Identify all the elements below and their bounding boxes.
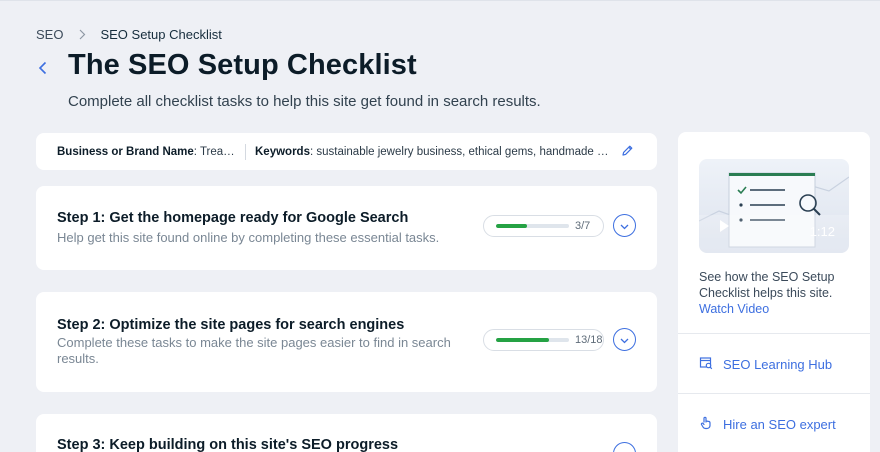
brand-name-value: : Treasur… — [193, 145, 235, 158]
expand-step-button[interactable] — [613, 328, 636, 351]
progress-bar-fill — [496, 224, 528, 228]
side-divider — [678, 333, 870, 334]
step-title: Step 1: Get the homepage ready for Googl… — [57, 210, 409, 226]
step-card-3[interactable]: Step 3: Keep building on this site's SEO… — [36, 414, 657, 452]
pencil-icon — [621, 144, 634, 160]
breadcrumb: SEO SEO Setup Checklist — [36, 27, 222, 42]
back-button[interactable] — [33, 60, 51, 80]
step-title: Step 2: Optimize the site pages for sear… — [57, 317, 405, 333]
chevron-down-icon — [620, 331, 629, 349]
keywords-info: Keywords: sustainable jewelry business, … — [255, 146, 611, 158]
hire-seo-expert-label: Hire an SEO expert — [723, 417, 836, 432]
top-divider — [0, 0, 880, 1]
breadcrumb-current: SEO Setup Checklist — [100, 27, 222, 42]
seo-learning-hub-label: SEO Learning Hub — [723, 357, 833, 372]
breadcrumb-seo[interactable]: SEO — [36, 27, 63, 42]
brand-name-label: Business or Brand Name — [57, 145, 194, 158]
video-caption-text: See how the SEO Setup Checklist helps th… — [699, 270, 835, 300]
video-thumbnail[interactable]: 1:12 — [699, 159, 849, 253]
step-description: Help get this site found online by compl… — [57, 230, 440, 245]
side-divider — [678, 393, 870, 394]
hire-seo-expert-link[interactable]: Hire an SEO expert — [699, 416, 836, 433]
side-panel: 1:12 See how the SEO Setup Checklist hel… — [678, 132, 870, 452]
video-duration: 1:12 — [809, 224, 835, 239]
progress-count: 3/7 — [575, 220, 591, 232]
page-subtitle: Complete all checklist tasks to help thi… — [68, 93, 541, 110]
watch-video-link[interactable]: Watch Video — [699, 302, 769, 316]
expand-step-button[interactable] — [613, 442, 636, 452]
step-description: Complete these tasks to make the site pa… — [57, 335, 451, 366]
step-progress: 13/18 — [483, 329, 604, 351]
expand-step-button[interactable] — [613, 214, 636, 237]
edit-info-button[interactable] — [621, 144, 634, 160]
progress-count: 13/18 — [575, 334, 603, 346]
expert-hand-icon — [699, 416, 723, 433]
page-title: The SEO Setup Checklist — [68, 49, 417, 81]
seo-learning-hub-link[interactable]: SEO Learning Hub — [699, 356, 832, 373]
progress-bar — [496, 224, 569, 228]
chevron-right-icon — [79, 29, 86, 40]
step-progress: 3/7 — [483, 215, 604, 237]
info-divider — [245, 143, 246, 160]
chevron-down-icon — [620, 217, 629, 235]
brand-name-info: Business or Brand Name: Treasur… — [57, 146, 235, 158]
chevron-down-icon — [620, 445, 629, 452]
progress-bar-fill — [496, 338, 549, 342]
step-card-2[interactable]: Step 2: Optimize the site pages for sear… — [36, 292, 657, 392]
progress-bar — [496, 338, 569, 342]
play-icon — [720, 220, 729, 232]
chevron-left-icon — [38, 61, 47, 80]
learning-hub-icon — [699, 356, 723, 373]
step-card-1[interactable]: Step 1: Get the homepage ready for Googl… — [36, 186, 657, 270]
keywords-label: Keywords — [255, 145, 310, 158]
step-title: Step 3: Keep building on this site's SEO… — [57, 437, 399, 452]
keywords-value: : sustainable jewelry business, ethical … — [309, 145, 611, 158]
site-info-bar: Business or Brand Name: Treasur… Keyword… — [36, 133, 657, 170]
video-caption: See how the SEO Setup Checklist helps th… — [699, 269, 859, 317]
